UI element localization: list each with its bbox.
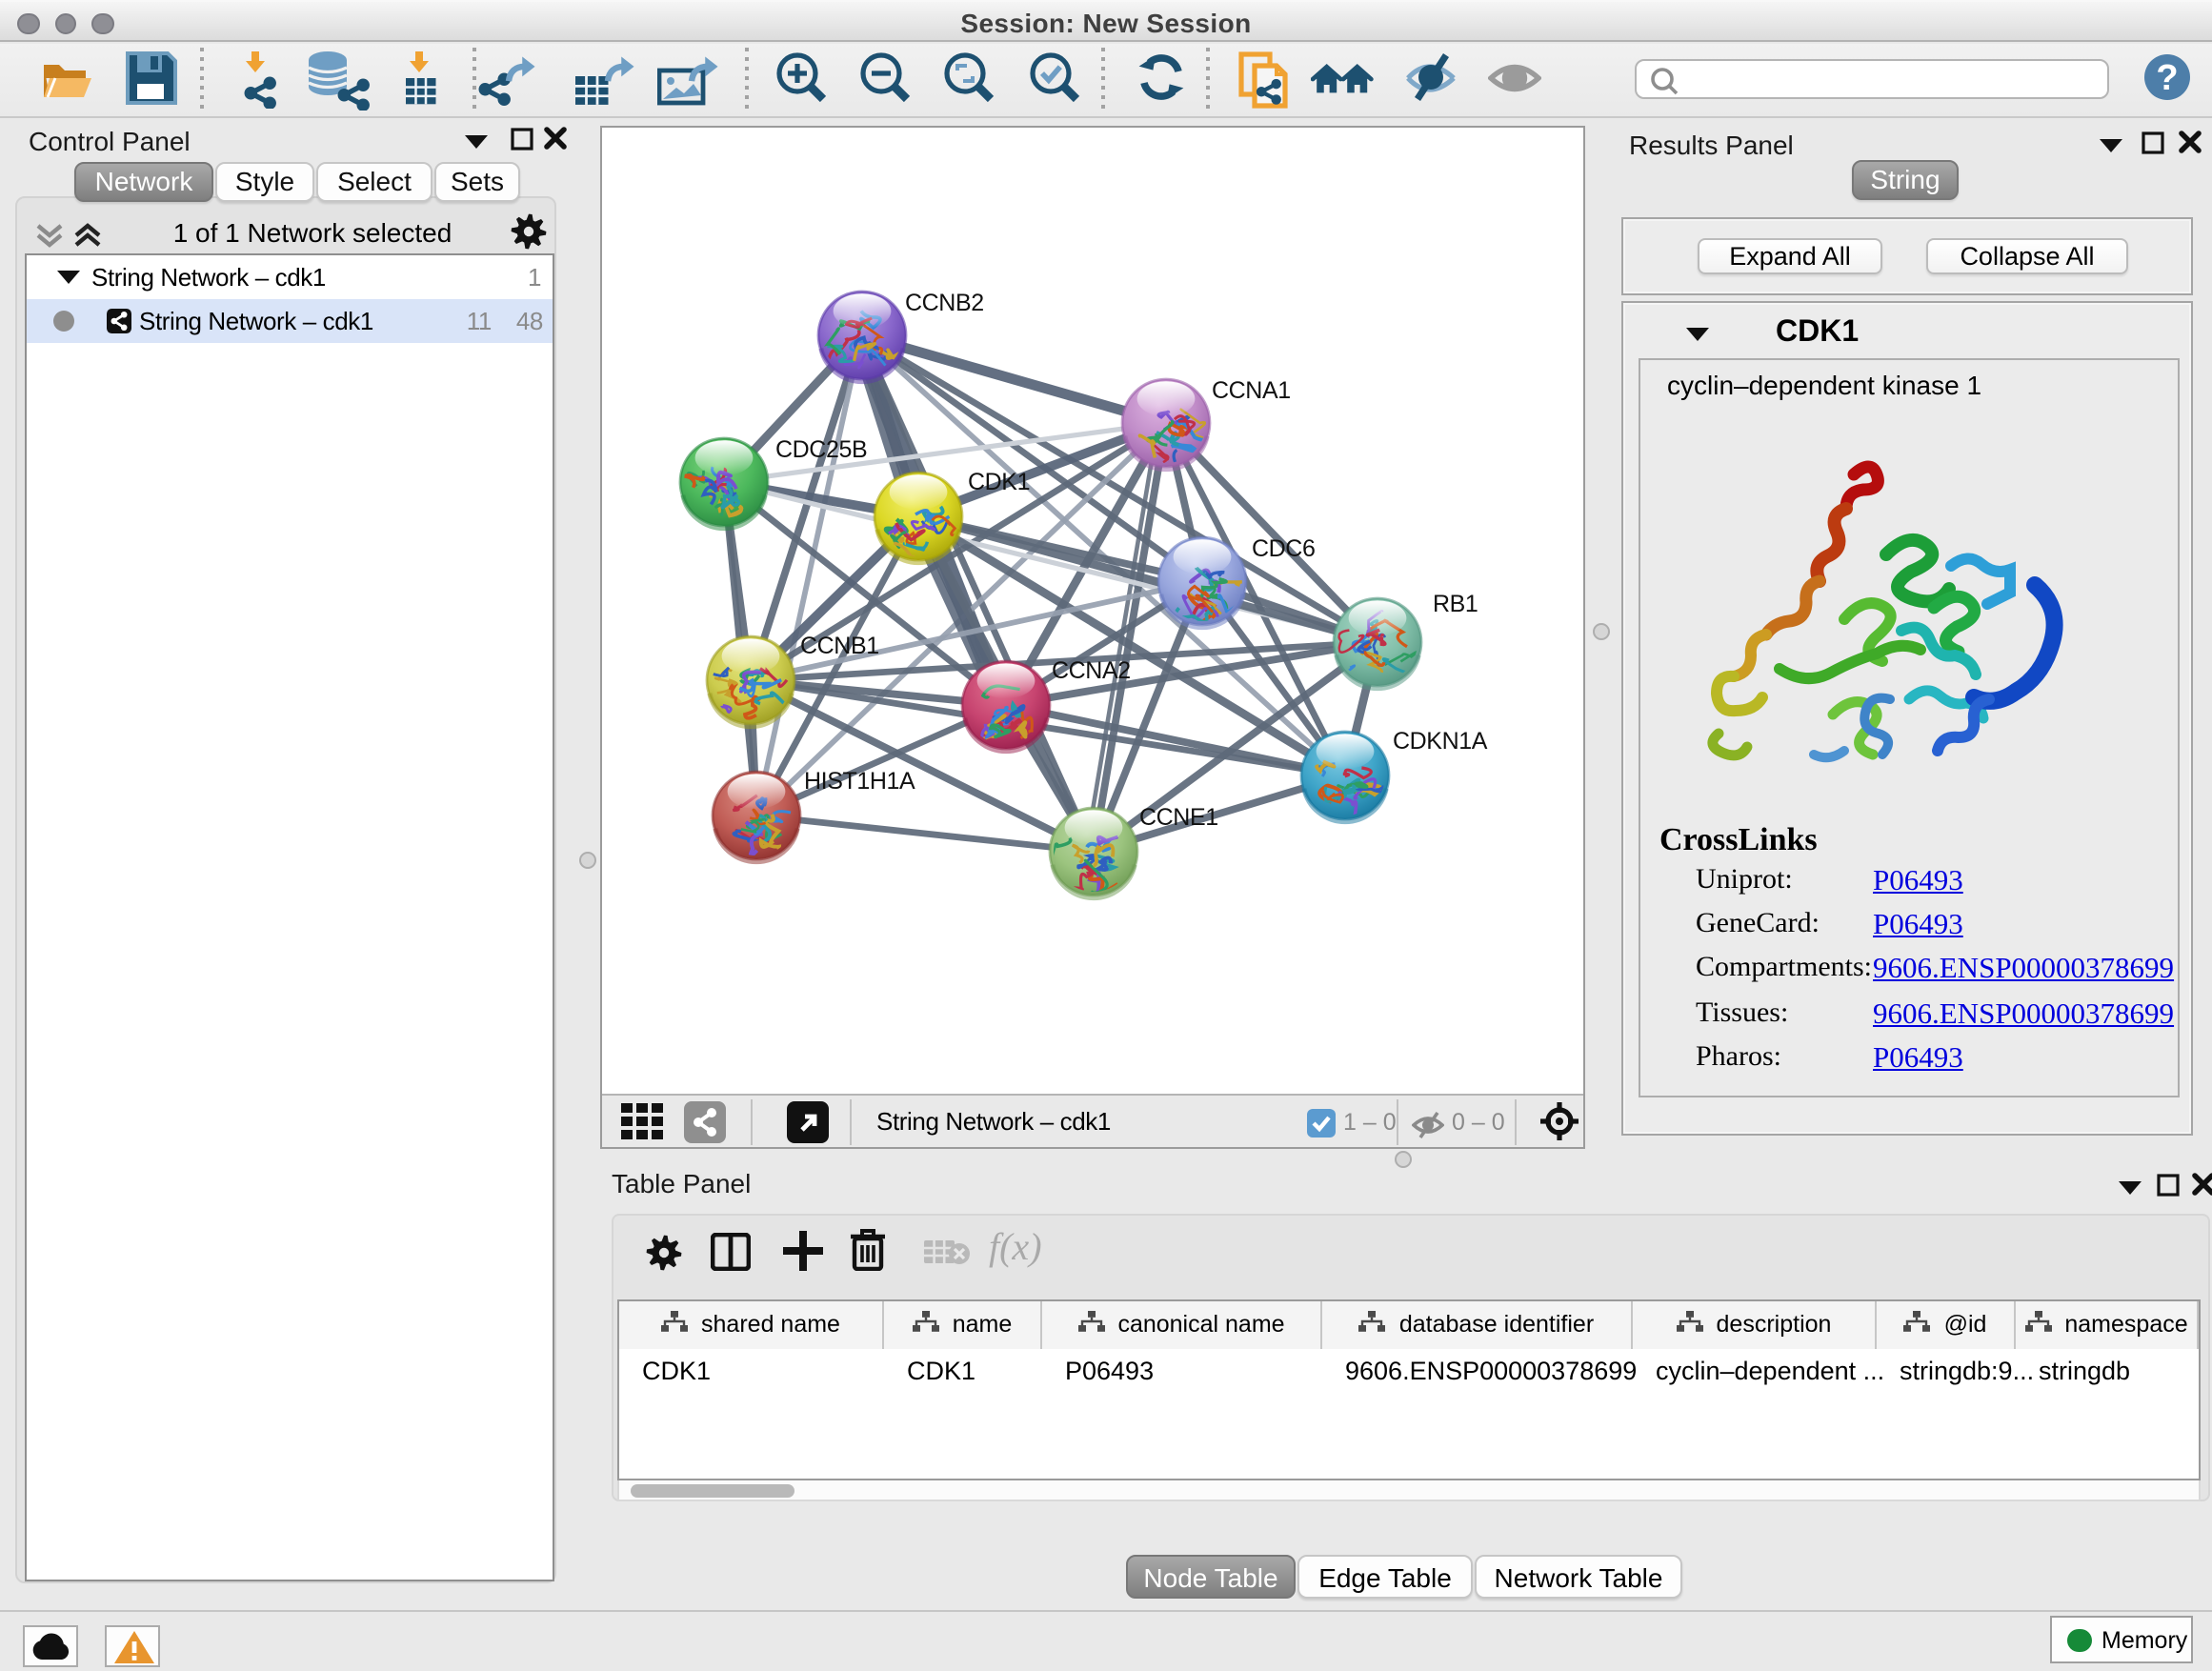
svg-text:CCNB2: CCNB2 <box>905 290 984 316</box>
svg-text:CCNE1: CCNE1 <box>1139 804 1218 831</box>
svg-text:CCNA2: CCNA2 <box>1052 657 1131 684</box>
svg-text:CDK1: CDK1 <box>968 469 1030 495</box>
svg-text:CCNA1: CCNA1 <box>1212 377 1291 404</box>
svg-text:HIST1H1A: HIST1H1A <box>804 768 915 795</box>
svg-text:CDC25B: CDC25B <box>775 436 867 463</box>
svg-text:CCNB1: CCNB1 <box>800 633 879 659</box>
svg-text:CDKN1A: CDKN1A <box>1393 728 1488 755</box>
svg-text:?: ? <box>2156 58 2178 98</box>
svg-text:CDC6: CDC6 <box>1252 535 1315 562</box>
svg-text:RB1: RB1 <box>1433 591 1478 617</box>
